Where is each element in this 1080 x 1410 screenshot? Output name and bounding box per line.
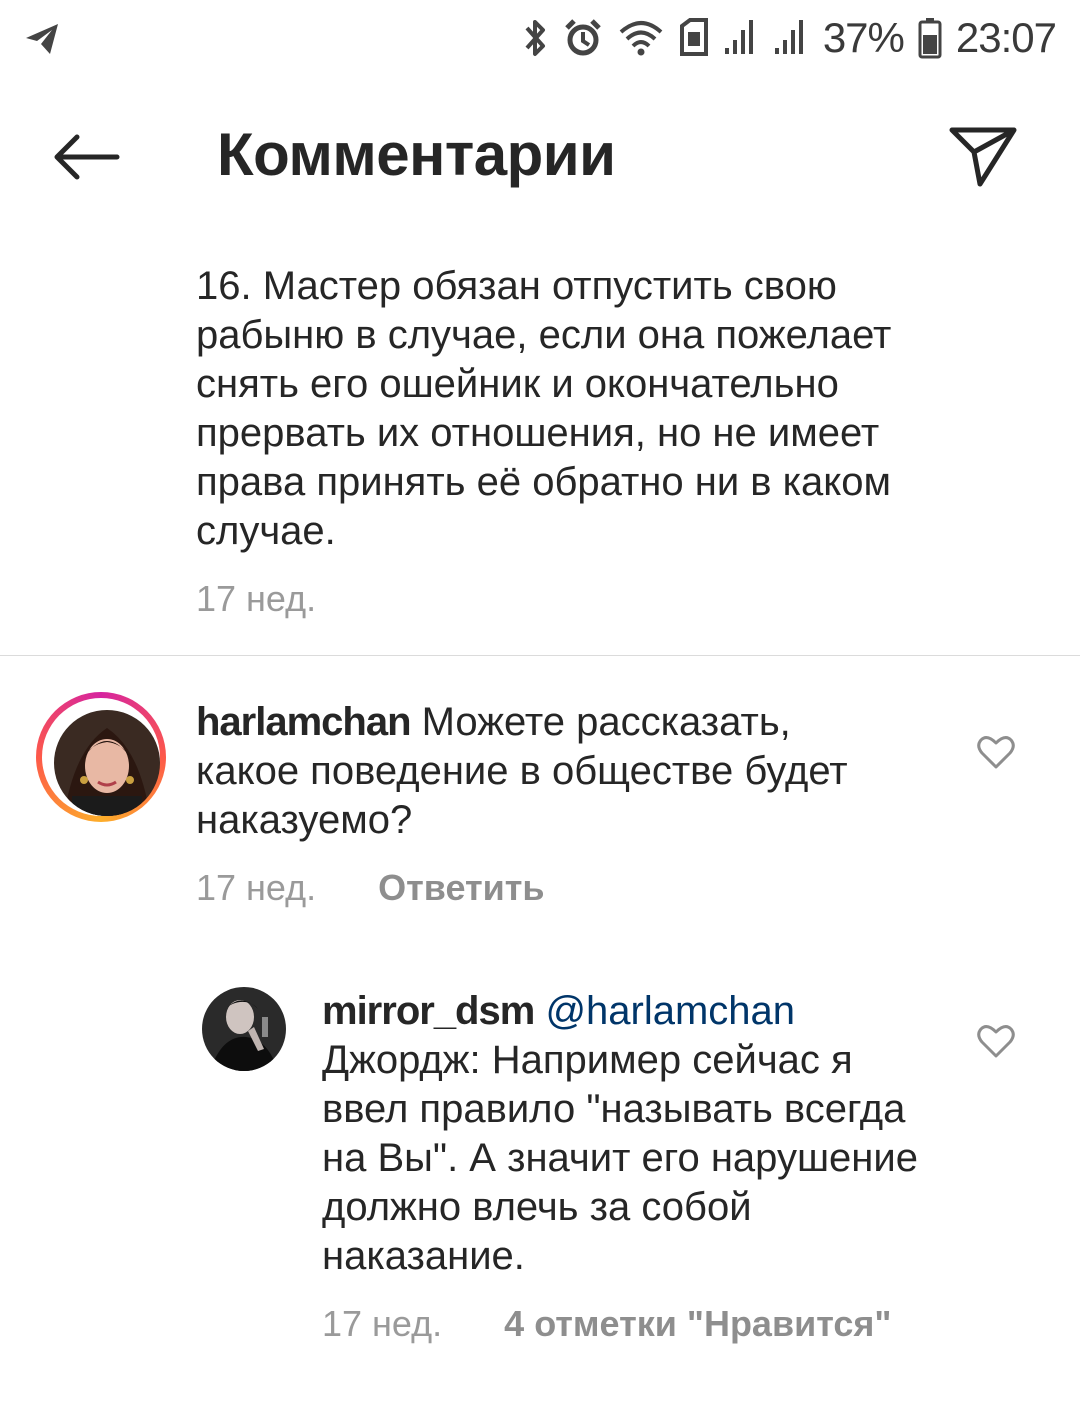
divider	[0, 655, 1080, 656]
comment-body: mirror_dsm @harlamchan Джордж: Например …	[322, 987, 942, 1345]
back-button[interactable]	[44, 122, 128, 192]
share-button[interactable]	[944, 120, 1022, 192]
arrow-left-icon	[54, 134, 120, 180]
comment-meta: 17 нед. 4 отметки "Нравится"	[322, 1303, 942, 1345]
paper-plane-icon	[949, 127, 1017, 187]
signal-2-icon	[773, 18, 809, 58]
comment-meta: 17 нед. Ответить	[196, 867, 896, 909]
story-ring[interactable]	[36, 692, 166, 822]
heart-icon[interactable]	[976, 1023, 1016, 1059]
avatar[interactable]	[202, 987, 286, 1071]
battery-icon	[918, 17, 942, 59]
sim-icon	[679, 18, 709, 58]
battery-percent: 37%	[822, 14, 905, 61]
signal-1-icon	[723, 18, 759, 58]
status-bar: 37% 23:07	[0, 0, 1080, 80]
avatar[interactable]	[54, 710, 160, 816]
alarm-icon	[563, 16, 603, 60]
reply-button[interactable]: Ответить	[378, 867, 544, 909]
comment-timestamp: 17 нед.	[322, 1303, 443, 1344]
comment-item: harlamchan Можете рассказать, какое пове…	[0, 690, 1080, 930]
comment-text: Джордж: Например сейчас я ввел правило "…	[322, 1038, 918, 1278]
mention-link[interactable]: @harlamchan	[545, 989, 795, 1033]
comment-username[interactable]: harlamchan	[196, 700, 412, 744]
comment-item: mirror_dsm @harlamchan Джордж: Например …	[0, 985, 1080, 1365]
bluetooth-icon	[521, 16, 549, 60]
caption-timestamp: 17 нед.	[196, 578, 317, 619]
app-header: Комментарии	[0, 92, 1080, 222]
telegram-icon	[22, 18, 62, 58]
caption-text: 16. Мастер обязан отпустить свою рабыню …	[196, 264, 892, 553]
likes-count[interactable]: 4 отметки "Нравится"	[504, 1303, 891, 1345]
clock: 23:07	[955, 14, 1057, 61]
comment-username[interactable]: mirror_dsm	[322, 989, 535, 1033]
heart-icon[interactable]	[976, 734, 1016, 770]
wifi-icon	[617, 18, 665, 58]
comment-timestamp: 17 нед.	[196, 867, 317, 908]
page-title: Комментарии	[217, 121, 616, 188]
caption-meta: 17 нед.	[196, 578, 976, 620]
comment-body: harlamchan Можете рассказать, какое пове…	[196, 698, 896, 909]
post-caption: 16. Мастер обязан отпустить свою рабыню …	[196, 262, 976, 620]
